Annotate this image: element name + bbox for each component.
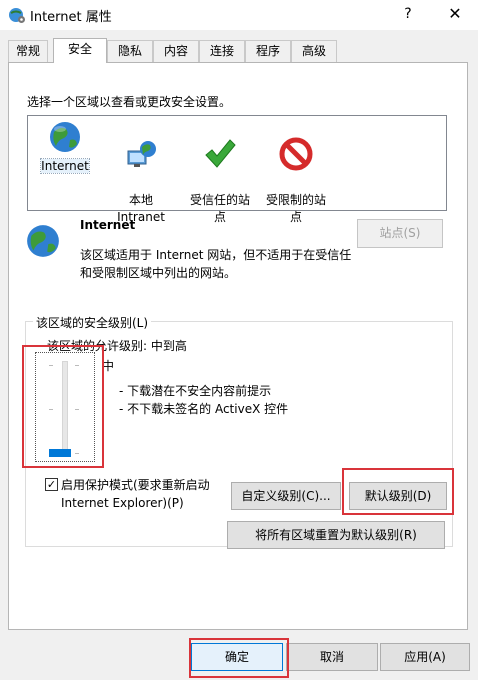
apply-button[interactable]: 应用(A) <box>380 643 470 671</box>
window-title: Internet 属性 <box>30 10 112 25</box>
globe-icon <box>50 122 80 152</box>
tab-programs[interactable]: 程序 <box>245 40 291 62</box>
reset-all-zones-button[interactable]: 将所有区域重置为默认级别(R) <box>227 521 445 549</box>
tab-security[interactable]: 安全 <box>53 38 107 63</box>
tab-content[interactable]: 内容 <box>153 40 199 62</box>
protected-mode-label[interactable]: 启用保护模式(要求重新启动 Internet Explorer)(P) <box>61 476 231 512</box>
cancel-button[interactable]: 取消 <box>286 643 378 671</box>
security-panel: 选择一个区域以查看或更改安全设置。 Internet 本地 Intranet 受… <box>8 62 468 630</box>
level-description-1: - 下载潜在不安全内容前提示 <box>119 384 272 398</box>
security-level-name: 中 <box>102 359 115 373</box>
protected-mode-checkbox[interactable]: ✓ <box>45 478 58 491</box>
zone-prompt: 选择一个区域以查看或更改安全设置。 <box>27 95 232 109</box>
selected-zone-name: Internet <box>80 218 136 232</box>
close-button[interactable]: ✕ <box>440 3 470 27</box>
default-level-button[interactable]: 默认级别(D) <box>349 482 447 510</box>
zone-trusted[interactable]: 受信任的站 点 <box>184 120 256 226</box>
slider-thumb[interactable] <box>49 449 71 457</box>
ok-button[interactable]: 确定 <box>191 643 283 671</box>
tab-advanced[interactable]: 高级 <box>291 40 337 62</box>
zone-restricted[interactable]: 受限制的站 点 <box>260 120 332 226</box>
title-bar: Internet 属性 ? ✕ <box>0 0 478 30</box>
selected-zone-description: 该区域适用于 Internet 网站，但不适用于在受信任和受限制区域中列出的网站… <box>80 248 352 280</box>
custom-level-button[interactable]: 自定义级别(C)... <box>231 482 341 510</box>
zone-label-trusted: 受信任的站 点 <box>189 193 250 224</box>
slider-track <box>62 361 68 456</box>
check-icon <box>205 139 236 168</box>
intranet-icon <box>127 141 156 167</box>
help-button[interactable]: ? <box>393 3 423 27</box>
zone-label-internet: Internet <box>40 158 90 174</box>
ie-settings-icon <box>9 8 25 23</box>
security-level-slider[interactable] <box>35 352 95 462</box>
selected-zone-globe-icon <box>27 225 59 257</box>
restricted-icon <box>279 137 313 171</box>
sites-button[interactable]: 站点(S) <box>357 219 443 248</box>
zone-label-restricted: 受限制的站 点 <box>265 193 326 224</box>
tab-general[interactable]: 常规 <box>8 40 48 62</box>
zone-intranet[interactable]: 本地 Intranet <box>110 120 172 226</box>
tab-connections[interactable]: 连接 <box>199 40 245 62</box>
zone-internet[interactable]: Internet <box>36 120 94 175</box>
security-level-group-label: 该区域的安全级别(L) <box>33 314 152 331</box>
level-description-2: - 不下载未签名的 ActiveX 控件 <box>119 402 289 416</box>
tab-privacy[interactable]: 隐私 <box>107 40 153 62</box>
zone-list: Internet 本地 Intranet 受信任的站 点 受限制的站 点 <box>27 115 447 224</box>
